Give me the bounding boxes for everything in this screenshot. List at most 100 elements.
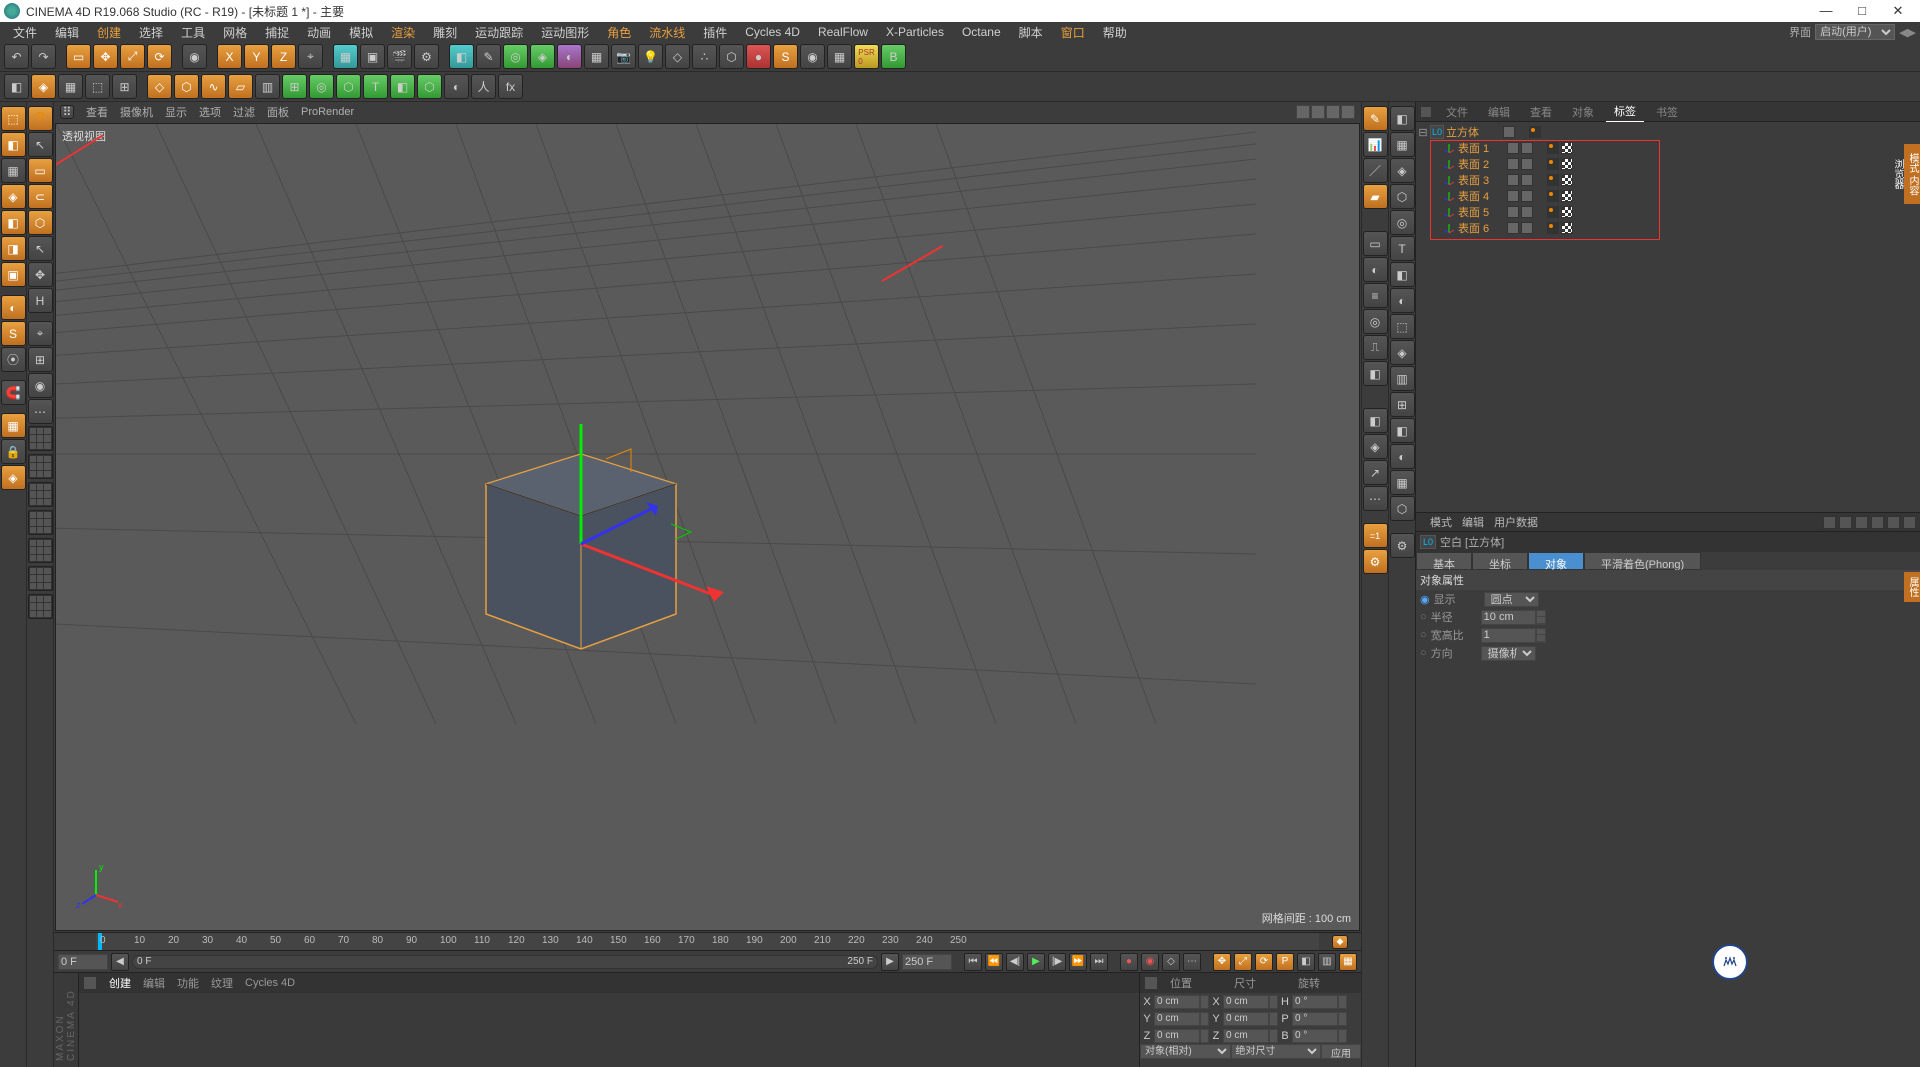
vis-tag[interactable] — [1507, 158, 1519, 170]
step-back-icon[interactable]: ⏪ — [985, 953, 1003, 971]
vp-nav-1[interactable] — [1296, 105, 1310, 119]
tree-child-name[interactable]: 表面 6 — [1458, 220, 1489, 236]
rb-2[interactable]: ▦ — [1390, 132, 1415, 157]
fill-icon[interactable]: ▰ — [1363, 184, 1388, 209]
filter-pla-icon[interactable]: ◧ — [1297, 953, 1315, 971]
coord-mode-select[interactable]: 对象(相对) — [1140, 1044, 1231, 1059]
timeline-next-icon[interactable]: ▶ — [881, 953, 899, 971]
tree-child-name[interactable]: 表面 5 — [1458, 204, 1489, 220]
brush-icon[interactable]: ✎ — [1363, 106, 1388, 131]
rect-select[interactable]: ▭ — [28, 158, 53, 183]
filter-param-icon[interactable]: P — [1276, 953, 1294, 971]
add-particle[interactable]: ∴ — [692, 44, 717, 69]
rb-6[interactable]: T — [1390, 236, 1415, 261]
dot-icon[interactable]: ◉ — [28, 373, 53, 398]
rb-3[interactable]: ◈ — [1390, 158, 1415, 183]
tree-child-row[interactable]: 表面 6 — [1418, 220, 1918, 236]
menu-pipeline[interactable]: 流水线 — [640, 22, 694, 43]
tag-a[interactable] — [1547, 222, 1559, 234]
vis-tag[interactable] — [1507, 190, 1519, 202]
more2-icon[interactable]: ⋯ — [1363, 486, 1388, 511]
vp-nav-4[interactable] — [1341, 105, 1355, 119]
rb-14[interactable]: ◐ — [1390, 444, 1415, 469]
palette-2[interactable] — [28, 454, 53, 479]
more-icon[interactable]: ⋯ — [28, 399, 53, 424]
cmd-2[interactable]: ◈ — [31, 74, 56, 99]
poly-mode[interactable]: ▣ — [1, 262, 26, 287]
tree-child-row[interactable]: 表面 3 — [1418, 172, 1918, 188]
select-tool[interactable]: ▭ — [66, 44, 91, 69]
tag-b[interactable] — [1561, 222, 1573, 234]
menu-simulate[interactable]: 模拟 — [340, 22, 382, 43]
collapse-icon[interactable]: ⊟ — [1418, 126, 1428, 139]
minimize-button[interactable]: — — [1808, 1, 1844, 21]
cmd-7[interactable]: ⬡ — [174, 74, 199, 99]
add-nurbs[interactable]: ◎ — [503, 44, 528, 69]
cmd-14[interactable]: T — [363, 74, 388, 99]
prev-frame-icon[interactable]: ◀| — [1006, 953, 1024, 971]
render-settings[interactable]: ⚙ — [414, 44, 439, 69]
timeline-end[interactable] — [902, 954, 952, 970]
undo-button[interactable]: ↶ — [4, 44, 29, 69]
timeline-prev-icon[interactable]: ◀ — [111, 953, 129, 971]
palette-1[interactable] — [28, 426, 53, 451]
cursor-icon[interactable]: ↖ — [28, 132, 53, 157]
render-region[interactable]: ▣ — [360, 44, 385, 69]
deform-icon[interactable]: ◈ — [1363, 434, 1388, 459]
tree-child-row[interactable]: 表面 1 — [1418, 140, 1918, 156]
rb-1[interactable]: ◧ — [1390, 106, 1415, 131]
filter-r-icon[interactable]: ⟳ — [1255, 953, 1273, 971]
point-mode[interactable]: ◧ — [1, 210, 26, 235]
lasso-select[interactable]: ⊂ — [28, 184, 53, 209]
menu-character[interactable]: 角色 — [598, 22, 640, 43]
add-scene[interactable]: ◇ — [665, 44, 690, 69]
bevel-icon[interactable]: ◐ — [1363, 257, 1388, 282]
menu-cycles[interactable]: Cycles 4D — [736, 23, 809, 41]
coord-pos-input[interactable] — [1154, 995, 1200, 1009]
om-tab-file[interactable]: 文件 — [1438, 102, 1476, 122]
add-spline[interactable]: ✎ — [476, 44, 501, 69]
spin-icon[interactable] — [1269, 1012, 1278, 1026]
plugin-btn[interactable]: ◉ — [800, 44, 825, 69]
tag-b[interactable] — [1561, 174, 1573, 186]
menu-realflow[interactable]: RealFlow — [809, 23, 877, 41]
tag-b[interactable] — [1561, 158, 1573, 170]
next-frame-icon[interactable]: |▶ — [1048, 953, 1066, 971]
cross-icon[interactable]: ✥ — [28, 262, 53, 287]
tree-child-row[interactable]: 表面 4 — [1418, 188, 1918, 204]
attr-edit[interactable]: 编辑 — [1462, 514, 1484, 530]
attr-new-icon[interactable] — [1903, 516, 1916, 529]
bodypaint-btn[interactable]: B — [881, 44, 906, 69]
st-basic[interactable]: 基本 — [1416, 552, 1472, 570]
rb-gear[interactable]: ⚙ — [1390, 533, 1415, 558]
sel-tag[interactable] — [1521, 190, 1533, 202]
render-pict[interactable]: 🎬 — [387, 44, 412, 69]
cmd-9[interactable]: ▱ — [228, 74, 253, 99]
om-tab-view[interactable]: 查看 — [1522, 102, 1560, 122]
timeline-scrub[interactable]: 0 F 250 F — [132, 955, 878, 969]
layout-expand-icon[interactable]: ◀▶ — [1899, 26, 1916, 39]
palette-4[interactable] — [28, 510, 53, 535]
cmd-8[interactable]: ∿ — [201, 74, 226, 99]
menu-window[interactable]: 窗口 — [1052, 22, 1094, 43]
rb-12[interactable]: ⊞ — [1390, 392, 1415, 417]
axis-icon[interactable]: ⌖ — [28, 321, 53, 346]
coord-pos-input[interactable] — [1154, 1029, 1200, 1043]
scale-tool[interactable]: ⤢ — [120, 44, 145, 69]
mat-grip-icon[interactable] — [83, 976, 97, 990]
coord-system[interactable]: ⌖ — [298, 44, 323, 69]
play-icon[interactable]: ▶ — [1027, 953, 1045, 971]
sel-tag[interactable] — [1521, 206, 1533, 218]
vp-menu-view[interactable]: 查看 — [86, 104, 108, 120]
tree-child-name[interactable]: 表面 2 — [1458, 156, 1489, 172]
filter-b-icon[interactable]: ▥ — [1318, 953, 1336, 971]
cmd-3[interactable]: ▦ — [58, 74, 83, 99]
tree-child-name[interactable]: 表面 1 — [1458, 140, 1489, 156]
om-tab-tags[interactable]: 标签 — [1606, 101, 1644, 123]
rb-10[interactable]: ◈ — [1390, 340, 1415, 365]
menu-octane[interactable]: Octane — [953, 23, 1010, 41]
arrow-icon[interactable]: ↗ — [1363, 460, 1388, 485]
script-btn[interactable]: S — [773, 44, 798, 69]
x-axis-lock[interactable]: X — [217, 44, 242, 69]
tab-function[interactable]: 功能 — [177, 975, 199, 991]
